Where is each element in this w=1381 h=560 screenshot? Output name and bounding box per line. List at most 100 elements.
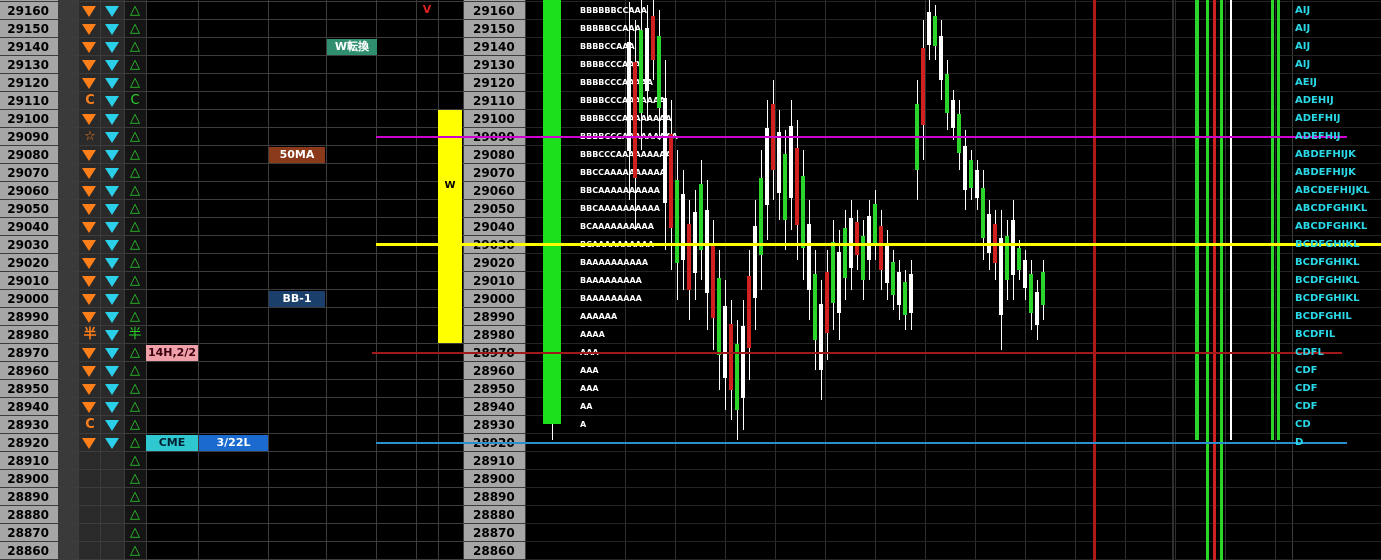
mid-price-cell[interactable]: 28930 (463, 416, 521, 434)
price-cell[interactable]: 29120 (0, 74, 52, 92)
price-cell[interactable]: 29030 (0, 236, 52, 254)
mid-price-cell[interactable]: 28990 (463, 308, 521, 326)
chart-grid-horizontal (525, 541, 1381, 542)
mid-price-cell[interactable]: 29080 (463, 146, 521, 164)
mid-price-cell[interactable]: 28910 (463, 452, 521, 470)
mid-price-cell[interactable]: 29050 (463, 200, 521, 218)
price-cell[interactable]: 28920 (0, 434, 52, 452)
mid-price-cell[interactable]: 28940 (463, 398, 521, 416)
down-triangle-icon (82, 78, 96, 89)
price-cell[interactable]: 28890 (0, 488, 52, 506)
date-level-tag[interactable]: 3/22L (199, 435, 268, 451)
price-cell[interactable]: 28930 (0, 416, 52, 434)
chart-grid-vertical (1175, 0, 1176, 560)
mid-price-cell[interactable]: 29150 (463, 20, 521, 38)
red-level-line (372, 352, 1342, 354)
price-cell[interactable]: 28940 (0, 398, 52, 416)
price-cell[interactable]: 29070 (0, 164, 52, 182)
h14-tag[interactable]: 14H,2/2 (146, 345, 198, 361)
yellow-signal-bar (438, 110, 462, 343)
price-cell[interactable]: 28910 (0, 452, 52, 470)
up-triangle-outline-icon: △ (130, 309, 140, 324)
white-vertical-bar (1230, 0, 1232, 440)
bb-minus1-tag[interactable]: BB-1 (269, 291, 325, 307)
green-vertical-bar (1195, 0, 1199, 440)
right-profile-row: CDF (1295, 383, 1318, 394)
price-cell[interactable]: 28880 (0, 506, 52, 524)
mid-price-cell[interactable]: 28950 (463, 380, 521, 398)
price-cell[interactable]: 28950 (0, 380, 52, 398)
price-cell[interactable]: 29050 (0, 200, 52, 218)
mid-price-cell[interactable]: 28890 (463, 488, 521, 506)
price-cell[interactable]: 28980 (0, 326, 52, 344)
chart-grid-vertical (925, 0, 926, 560)
mid-price-cell[interactable]: 28860 (463, 542, 521, 560)
candle-body (837, 252, 841, 313)
chart-grid-vertical (775, 0, 776, 560)
chart-grid-horizontal (525, 433, 1381, 434)
price-cell[interactable]: 29060 (0, 182, 52, 200)
candle-body (705, 210, 709, 293)
down-triangle-icon (82, 240, 96, 251)
w-tenkan-tag[interactable]: W転換 (327, 39, 377, 55)
candle-body (933, 16, 937, 46)
candle-body (741, 326, 745, 398)
volume-wick (552, 424, 553, 440)
up-triangle-outline-icon: 半 (128, 327, 142, 342)
mid-price-cell[interactable]: 29130 (463, 56, 521, 74)
down-triangle-icon (105, 222, 119, 233)
price-cell[interactable]: 29160 (0, 2, 52, 20)
cme-tag[interactable]: CME (146, 435, 198, 451)
chart-grid-horizontal (525, 487, 1381, 488)
candle-body (921, 48, 925, 125)
mid-price-cell[interactable]: 29100 (463, 110, 521, 128)
price-cell[interactable]: 29000 (0, 290, 52, 308)
tpo-row: BBBBBBCCAAA (580, 6, 647, 15)
mid-price-cell[interactable]: 29110 (463, 92, 521, 110)
price-cell[interactable]: 28990 (0, 308, 52, 326)
candle-body (753, 226, 757, 298)
tpo-row: AA (580, 402, 593, 411)
up-triangle-outline-icon: C (130, 93, 140, 108)
price-cell[interactable]: 29040 (0, 218, 52, 236)
price-cell[interactable]: 29080 (0, 146, 52, 164)
price-cell[interactable]: 28870 (0, 524, 52, 542)
mid-price-cell[interactable]: 28980 (463, 326, 521, 344)
mid-price-cell[interactable]: 29140 (463, 38, 521, 56)
right-profile-row: ADEHIJ (1295, 95, 1334, 106)
price-cell[interactable]: 28960 (0, 362, 52, 380)
price-cell[interactable]: 29020 (0, 254, 52, 272)
price-cell[interactable]: 28970 (0, 344, 52, 362)
mid-price-cell[interactable]: 29160 (463, 2, 521, 20)
mid-price-cell[interactable]: 29070 (463, 164, 521, 182)
mid-price-cell[interactable]: 29000 (463, 290, 521, 308)
mid-price-cell[interactable]: 29020 (463, 254, 521, 272)
price-cell[interactable]: 29110 (0, 92, 52, 110)
down-triangle-icon (82, 150, 96, 161)
mid-price-cell[interactable]: 28900 (463, 470, 521, 488)
green-vertical-bar (1271, 0, 1274, 440)
candle-body (681, 194, 685, 260)
price-cell[interactable]: 28900 (0, 470, 52, 488)
green-vertical-bar (1220, 0, 1223, 560)
price-cell[interactable]: 29140 (0, 38, 52, 56)
price-cell[interactable]: 29130 (0, 56, 52, 74)
ma50-tag[interactable]: 50MA (269, 147, 325, 163)
right-profile-row: BCDFGHIKL (1295, 275, 1360, 286)
price-cell[interactable]: 29090 (0, 128, 52, 146)
price-cell[interactable]: 29100 (0, 110, 52, 128)
mid-price-cell[interactable]: 29060 (463, 182, 521, 200)
mid-price-cell[interactable]: 29040 (463, 218, 521, 236)
mid-price-cell[interactable]: 28960 (463, 362, 521, 380)
mid-price-cell[interactable]: 28880 (463, 506, 521, 524)
mid-price-cell[interactable]: 29120 (463, 74, 521, 92)
price-cell[interactable]: 28860 (0, 542, 52, 560)
price-cell[interactable]: 29150 (0, 20, 52, 38)
right-profile-row: BCDFGHIKL (1295, 239, 1360, 250)
chart-grid-horizontal (525, 451, 1381, 452)
candle-body (831, 242, 835, 303)
mid-price-cell[interactable]: 29010 (463, 272, 521, 290)
price-cell[interactable]: 29010 (0, 272, 52, 290)
column-divider (58, 0, 59, 560)
mid-price-cell[interactable]: 28870 (463, 524, 521, 542)
